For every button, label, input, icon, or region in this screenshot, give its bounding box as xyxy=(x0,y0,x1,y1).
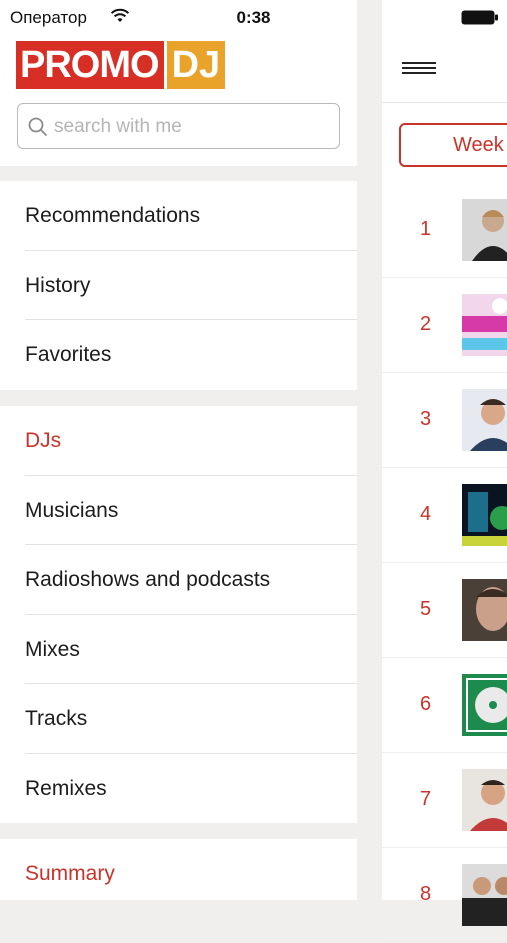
chart-row[interactable]: 4 xyxy=(382,467,507,563)
artist-thumbnail xyxy=(462,864,507,926)
menu-item-label: Favorites xyxy=(25,343,112,366)
menu-group-summary: Summary xyxy=(0,839,357,900)
logo-text-dj: DJ xyxy=(166,41,226,89)
menu-item-tracks[interactable]: Tracks xyxy=(0,684,357,754)
status-bar: Оператор 0:38 xyxy=(0,0,507,36)
battery-icon xyxy=(461,10,499,25)
chart-rank: 1 xyxy=(420,218,432,240)
menu-item-djs[interactable]: DJs xyxy=(0,406,357,476)
chart-row[interactable]: 2 xyxy=(382,277,507,373)
artist-thumbnail xyxy=(462,389,507,451)
menu-item-recommendations[interactable]: Recommendations xyxy=(0,181,357,251)
menu-item-label: Recommendations xyxy=(25,204,201,227)
search-icon xyxy=(28,117,48,142)
menu-item-label: Mixes xyxy=(25,637,80,661)
menu-item-label: History xyxy=(25,273,91,297)
menu-item-musicians[interactable]: Musicians xyxy=(0,476,357,545)
menu-item-label: Musicians xyxy=(25,498,119,522)
tab-week[interactable]: Week xyxy=(399,123,507,167)
clock: 0:38 xyxy=(236,8,271,27)
chart-row[interactable]: 1 xyxy=(382,182,507,278)
menu-item-remixes[interactable]: Remixes xyxy=(0,754,357,824)
menu-item-label: Summary xyxy=(25,862,115,885)
chart-row[interactable]: 5 xyxy=(382,562,507,658)
search-input[interactable] xyxy=(52,112,336,142)
chart-row[interactable]: 8 xyxy=(382,847,507,943)
promodj-logo: PROMO DJ xyxy=(16,41,226,89)
chart-row[interactable]: 3 xyxy=(382,372,507,468)
menu-item-label: Remixes xyxy=(25,776,107,800)
chart-rank: 2 xyxy=(420,313,432,335)
chart-rank: 4 xyxy=(420,503,432,525)
artist-thumbnail xyxy=(462,769,507,831)
menu-group-categories: DJs Musicians Radioshows and podcasts Mi… xyxy=(0,406,357,823)
menu-item-radioshows[interactable]: Radioshows and podcasts xyxy=(0,545,357,615)
search-box[interactable] xyxy=(17,103,340,149)
chart-row[interactable]: 6 xyxy=(382,657,507,753)
chart-rank: 8 xyxy=(420,883,432,905)
mix-cover-thumbnail xyxy=(462,674,507,736)
menu-item-mixes[interactable]: Mixes xyxy=(0,615,357,684)
artist-thumbnail xyxy=(462,199,507,261)
chart-rank: 6 xyxy=(420,693,432,715)
navigation-drawer: PROMO DJ Recommendations History Favorit… xyxy=(0,0,357,900)
hamburger-menu-icon[interactable] xyxy=(402,62,436,76)
menu-item-summary[interactable]: Summary xyxy=(0,839,357,909)
menu-item-label: Tracks xyxy=(25,707,88,730)
mix-cover-thumbnail xyxy=(462,484,507,546)
artist-thumbnail xyxy=(462,579,507,641)
menu-item-favorites[interactable]: Favorites xyxy=(0,320,357,390)
menu-item-label: DJs xyxy=(25,429,62,452)
logo-text-promo: PROMO xyxy=(16,41,164,89)
main-panel: Week 1 2 3 4 5 6 7 8 xyxy=(382,0,507,943)
chart-row[interactable]: 7 xyxy=(382,752,507,848)
menu-item-label: Radioshows and podcasts xyxy=(25,568,271,591)
mix-cover-thumbnail xyxy=(462,294,507,356)
chart-rank: 7 xyxy=(420,788,432,810)
chart-rank: 3 xyxy=(420,408,432,430)
menu-group-personal: Recommendations History Favorites xyxy=(0,181,357,390)
menu-item-history[interactable]: History xyxy=(0,251,357,320)
chart-rank: 5 xyxy=(420,598,432,620)
